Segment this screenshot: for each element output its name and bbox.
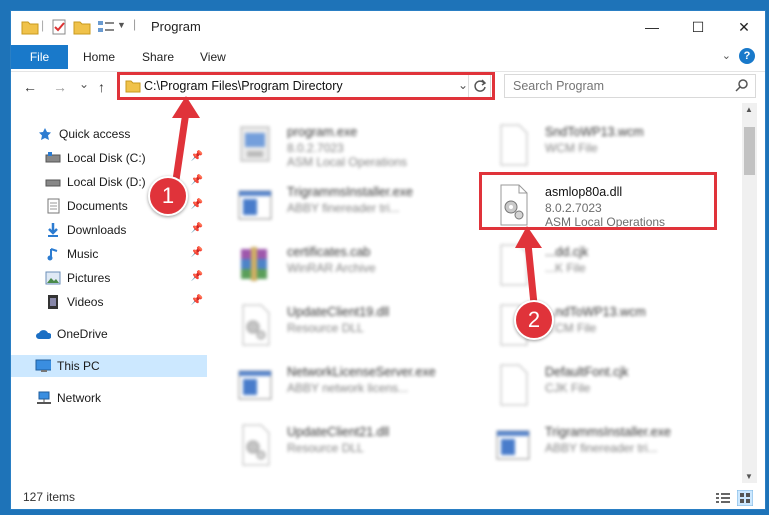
step-1-badge: 1 <box>148 176 188 216</box>
arrow-step-2 <box>524 240 538 308</box>
arrow-head-step-2 <box>515 226 542 248</box>
annotation-arrows <box>172 96 542 308</box>
step-2-badge: 2 <box>514 300 554 340</box>
arrow-step-1 <box>172 108 190 184</box>
arrow-head-step-1 <box>172 96 200 118</box>
